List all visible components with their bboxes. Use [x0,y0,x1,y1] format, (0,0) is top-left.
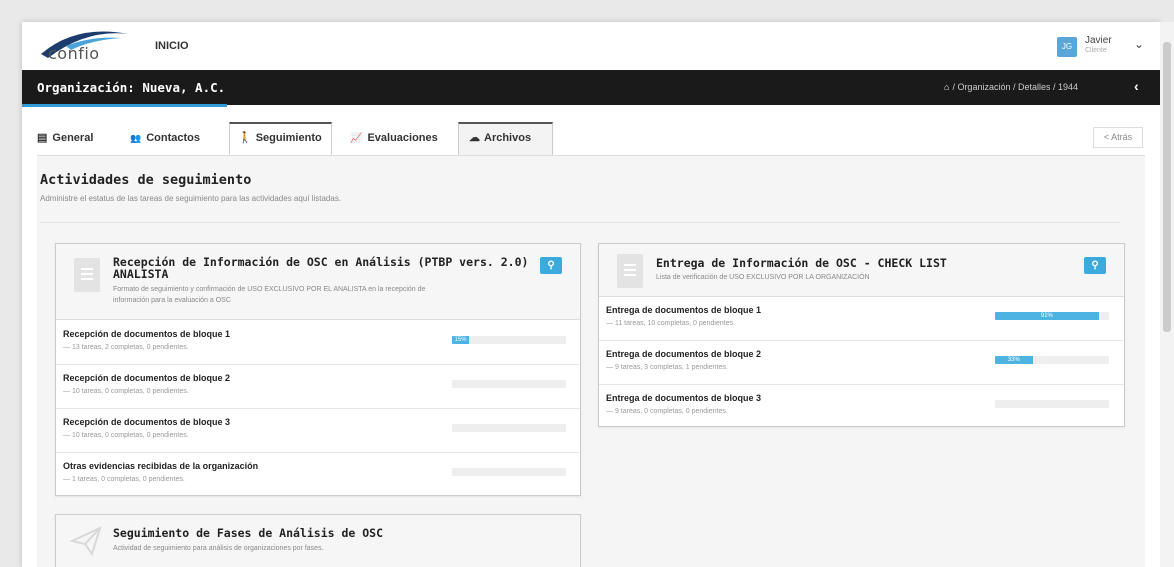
user-name[interactable]: Javier [1085,35,1112,46]
progress-bar [452,468,566,476]
org-header: Organización: Nueva, A.C. ⌂ / Organizació… [22,70,1160,105]
progress-bar [452,424,566,432]
paper-plane-icon [70,526,102,557]
activity-card-entrega: Entrega de Información de OSC - CHECK LI… [598,243,1125,427]
list-item[interactable]: Recepción de documentos de bloque 1 — 13… [56,321,580,365]
row-title: Entrega de documentos de bloque 3 [606,393,762,403]
card-description: Formato de seguimiento y confirmación de… [113,286,426,293]
tab-contactos[interactable]: 👥 Contactos [130,123,200,153]
row-title: Entrega de documentos de bloque 2 [606,349,762,359]
document-icon [74,258,100,292]
row-stats: — 10 tareas, 0 completas, 0 pendientes. [63,432,189,439]
user-role: Cliente [1085,47,1107,54]
section-divider [40,222,1120,223]
list-item[interactable]: Otras evidencias recibidas de la organiz… [56,453,580,496]
scrollbar-thumb[interactable] [1163,42,1171,332]
card-header [56,515,580,567]
avatar[interactable]: JG [1057,37,1077,57]
tab-label: Contactos [146,132,200,144]
collapse-icon[interactable]: ‹ [1134,78,1139,94]
list-item[interactable]: Entrega de documentos de bloque 1 — 11 t… [599,297,1124,341]
row-stats: — 1 tareas, 0 completas, 0 pendientes. [63,476,185,483]
section-title: Actividades de seguimiento [40,172,252,188]
search-icon: ⚲ [1091,260,1099,271]
row-title: Recepción de documentos de bloque 2 [63,373,231,383]
progress-bar [995,400,1109,408]
section-subtitle: Administre el estatus de las tareas de s… [40,194,342,203]
tab-label: Seguimiento [255,132,322,144]
home-icon[interactable]: ⌂ [944,82,949,92]
row-stats: — 13 tareas, 2 completas, 0 pendientes. [63,344,189,351]
row-title: Recepción de documentos de bloque 3 [63,417,231,427]
back-button[interactable]: < Atrás [1093,127,1143,148]
card-title-line2: ANALISTA [113,267,169,281]
list-item[interactable]: Recepción de documentos de bloque 2 — 10… [56,365,580,409]
tab-seguimiento[interactable]: 🚶 Seguimiento [229,122,332,155]
progress-fill: 15% [452,336,470,344]
row-title: Recepción de documentos de bloque 1 [63,329,231,339]
tab-label: Archivos [484,132,532,144]
chart-icon: 📈 [350,133,363,144]
row-stats: — 9 tareas, 3 completas, 1 pendientes. [606,364,728,371]
list-item[interactable]: Entrega de documentos de bloque 3 — 9 ta… [599,385,1124,427]
tab-general[interactable]: ▤ General [37,123,93,153]
building-icon: ▤ [37,132,48,144]
chevron-down-icon[interactable]: ⌄ [1134,37,1144,51]
card-description: Lista de verificación de USO EXCLUSIVO P… [656,274,870,281]
tab-evaluaciones[interactable]: 📈 Evaluaciones [350,123,438,153]
search-button[interactable]: ⚲ [540,257,562,274]
list-item[interactable]: Entrega de documentos de bloque 2 — 9 ta… [599,341,1124,385]
breadcrumb: ⌂ / Organización / Detalles / 1944 [944,82,1078,92]
card-title: Recepción de Información de OSC en Análi… [113,255,529,269]
tab-label: General [52,132,94,144]
activity-card-fases: Seguimiento de Fases de Análisis de OSC … [55,514,581,567]
card-title: Entrega de Información de OSC - CHECK LI… [656,256,947,270]
cloud-icon: ☁ [469,132,480,144]
card-header [599,244,1124,297]
row-title: Entrega de documentos de bloque 1 [606,305,762,315]
walking-icon: 🚶 [238,132,252,144]
users-icon: 👥 [130,133,142,143]
row-stats: — 11 tareas, 10 completas, 0 pendientes. [606,320,736,327]
activity-card-recepcion: Recepción de Información de OSC en Análi… [55,243,581,496]
row-stats: — 9 tareas, 0 completas, 0 pendientes. [606,408,728,415]
header-accent-bar [22,104,227,107]
card-title: Seguimiento de Fases de Análisis de OSC [113,526,384,540]
progress-bar: 33% [995,356,1109,364]
card-description: Actividad de seguimiento para análisis d… [113,545,324,552]
row-stats: — 10 tareas, 0 completas, 0 pendientes. [63,388,189,395]
progress-fill: 91% [995,312,1099,320]
scrollbar[interactable] [1160,22,1174,567]
progress-fill: 33% [995,356,1033,364]
search-button[interactable]: ⚲ [1084,257,1106,274]
list-item[interactable]: Recepción de documentos de bloque 3 — 10… [56,409,580,453]
nav-home-link[interactable]: INICIO [155,40,189,52]
tab-label: Evaluaciones [367,132,438,144]
upload-document-icon [617,254,643,288]
progress-bar: 91% [995,312,1109,320]
search-icon: ⚲ [547,260,555,271]
breadcrumb-path[interactable]: / Organización / Detalles / 1944 [952,82,1078,92]
tab-archivos[interactable]: ☁ Archivos [458,122,553,155]
page-title: Organización: Nueva, A.C. [37,80,226,95]
top-bar: confio INICIO JG Javier Cliente ⌄ [22,22,1160,70]
row-title: Otras evidencias recibidas de la organiz… [63,461,259,471]
card-description-line2: información para la evaluación a OSC [113,297,231,304]
progress-bar: 15% [452,336,566,344]
logo-text: confio [48,44,100,63]
progress-bar [452,380,566,388]
